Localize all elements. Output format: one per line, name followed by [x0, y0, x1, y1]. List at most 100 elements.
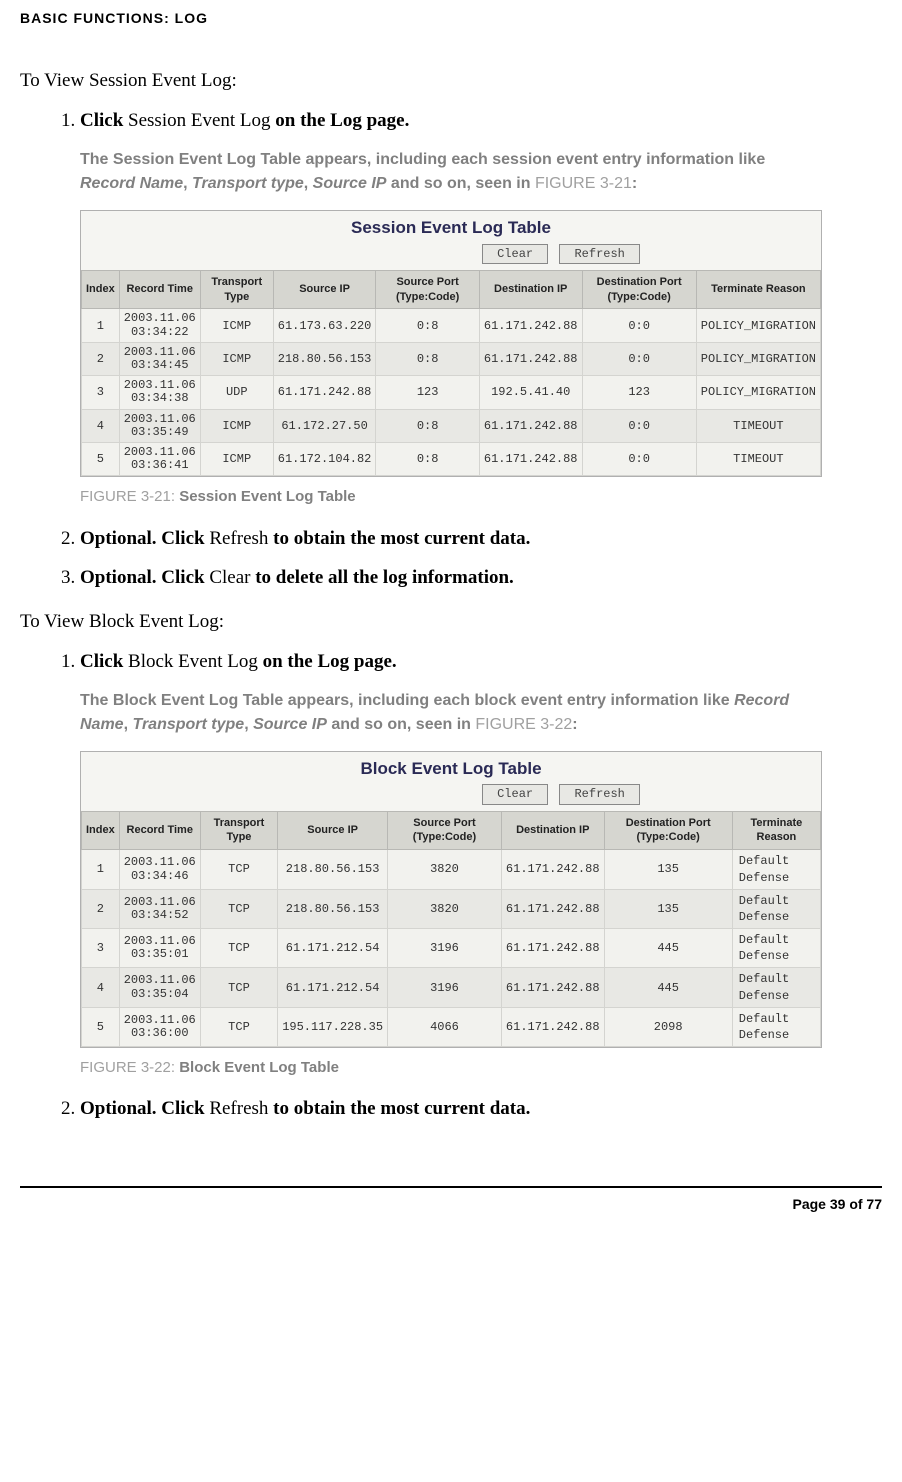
col-record-time: Record Time — [119, 270, 200, 309]
table-cell: 2003.11.0603:35:49 — [119, 409, 200, 442]
desc-term: Source IP — [313, 175, 387, 192]
table-row: 12003.11.0603:34:46TCP218.80.56.15338206… — [82, 850, 821, 889]
table-cell: DefaultDefense — [732, 968, 820, 1007]
table-row: 42003.11.0603:35:49ICMP61.172.27.500:861… — [82, 409, 821, 442]
table-cell: 3820 — [388, 889, 502, 928]
col-destination-port: Destination Port (Type:Code) — [604, 811, 732, 850]
table-cell: 2003.11.0603:34:46 — [119, 850, 200, 889]
table-cell: 61.171.242.88 — [501, 1007, 604, 1046]
table-cell: TCP — [200, 889, 277, 928]
table-cell: 2003.11.0603:34:22 — [119, 309, 200, 342]
table-cell: 61.171.242.88 — [501, 889, 604, 928]
step-label: to obtain the most current data. — [268, 1098, 530, 1119]
session-heading: To View Session Event Log: — [20, 70, 882, 92]
table-cell: TCP — [200, 968, 277, 1007]
table-cell: DefaultDefense — [732, 889, 820, 928]
table-row: 22003.11.0603:34:52TCP218.80.56.15338206… — [82, 889, 821, 928]
table-cell: 2003.11.0603:35:04 — [119, 968, 200, 1007]
table-cell: 61.171.242.88 — [479, 309, 582, 342]
refresh-button[interactable]: Refresh — [559, 244, 639, 264]
clear-button[interactable]: Clear — [482, 244, 548, 264]
table-cell: 218.80.56.153 — [273, 342, 376, 375]
session-desc: The Session Event Log Table appears, inc… — [80, 148, 822, 196]
table-row: 12003.11.0603:34:22ICMP61.173.63.2200:86… — [82, 309, 821, 342]
session-step-1: Click Session Event Log on the Log page.… — [80, 108, 822, 508]
table-cell: 2003.11.0603:34:38 — [119, 376, 200, 409]
step-label: Click — [80, 110, 128, 131]
table-title: Session Event Log Table — [351, 218, 551, 237]
page-footer: Page 39 of 77 — [20, 1186, 882, 1212]
table-cell: 2003.11.0603:34:52 — [119, 889, 200, 928]
table-cell: 61.171.242.88 — [479, 342, 582, 375]
session-figure-caption: FIGURE 3-21: Session Event Log Table — [80, 487, 822, 507]
col-source-ip: Source IP — [273, 270, 376, 309]
table-cell: 3 — [82, 929, 120, 968]
desc-text: , — [304, 175, 313, 192]
block-desc: The Block Event Log Table appears, inclu… — [80, 689, 822, 737]
table-cell: 61.171.242.88 — [501, 968, 604, 1007]
step-label: to obtain the most current data. — [268, 528, 530, 549]
table-title: Block Event Log Table — [360, 759, 541, 778]
table-cell: 61.171.242.88 — [479, 409, 582, 442]
figure-title: Block Event Log Table — [179, 1059, 339, 1076]
table-cell: TCP — [200, 1007, 277, 1046]
table-cell: 0:0 — [582, 442, 696, 475]
session-step-2: Optional. Click Refresh to obtain the mo… — [80, 526, 822, 552]
desc-term: Record Name — [80, 175, 183, 192]
table-cell: 0:0 — [582, 309, 696, 342]
block-log-table: Index Record Time Transport Type Source … — [81, 811, 821, 1048]
table-cell: 2 — [82, 342, 120, 375]
table-cell: 3196 — [388, 968, 502, 1007]
table-row: 32003.11.0603:35:01TCP61.171.212.5431966… — [82, 929, 821, 968]
session-step-3: Optional. Click Clear to delete all the … — [80, 565, 822, 591]
desc-text: : — [632, 175, 637, 192]
col-transport-type: Transport Type — [200, 811, 277, 850]
table-cell: ICMP — [200, 309, 273, 342]
figure-ref: FIGURE 3-22 — [475, 716, 572, 733]
desc-text: The Block Event Log Table appears, inclu… — [80, 692, 734, 709]
step-text: Block Event Log — [128, 651, 258, 672]
table-cell: 61.171.212.54 — [278, 929, 388, 968]
table-cell: 5 — [82, 1007, 120, 1046]
table-cell: 195.117.228.35 — [278, 1007, 388, 1046]
table-cell: 3820 — [388, 850, 502, 889]
step-label: Click — [80, 651, 128, 672]
table-cell: 445 — [604, 968, 732, 1007]
figure-title: Session Event Log Table — [179, 488, 355, 505]
table-cell: 0:8 — [376, 309, 480, 342]
table-cell: TCP — [200, 850, 277, 889]
step-text: Refresh — [209, 1098, 268, 1119]
table-cell: 2003.11.0603:36:00 — [119, 1007, 200, 1046]
table-cell: 61.172.104.82 — [273, 442, 376, 475]
table-cell: 0:0 — [582, 409, 696, 442]
step-label: on the Log page. — [258, 651, 397, 672]
table-cell: POLICY_MIGRATION — [696, 376, 820, 409]
table-cell: POLICY_MIGRATION — [696, 342, 820, 375]
table-cell: 2 — [82, 889, 120, 928]
step-label: on the Log page. — [271, 110, 410, 131]
clear-button[interactable]: Clear — [482, 784, 548, 804]
table-cell: 0:8 — [376, 409, 480, 442]
desc-text: and so on, seen in — [327, 716, 475, 733]
figure-number: FIGURE 3-22: — [80, 1059, 179, 1076]
table-cell: 3 — [82, 376, 120, 409]
step-label: Optional. Click — [80, 1098, 209, 1119]
col-destination-ip: Destination IP — [479, 270, 582, 309]
figure-ref: FIGURE 3-21 — [535, 175, 632, 192]
table-cell: 123 — [376, 376, 480, 409]
table-cell: 2003.11.0603:36:41 — [119, 442, 200, 475]
col-terminate-reason: Terminate Reason — [696, 270, 820, 309]
col-transport-type: Transport Type — [200, 270, 273, 309]
table-cell: 123 — [582, 376, 696, 409]
table-row: 42003.11.0603:35:04TCP61.171.212.5431966… — [82, 968, 821, 1007]
step-text: Session Event Log — [128, 110, 271, 131]
table-cell: 3196 — [388, 929, 502, 968]
refresh-button[interactable]: Refresh — [559, 784, 639, 804]
step-text: Clear — [209, 567, 250, 588]
table-cell: 61.171.242.88 — [273, 376, 376, 409]
table-row: 52003.11.0603:36:41ICMP61.172.104.820:86… — [82, 442, 821, 475]
table-cell: TCP — [200, 929, 277, 968]
step-label: Optional. Click — [80, 528, 209, 549]
step-text: Refresh — [209, 528, 268, 549]
table-cell: 0:8 — [376, 442, 480, 475]
